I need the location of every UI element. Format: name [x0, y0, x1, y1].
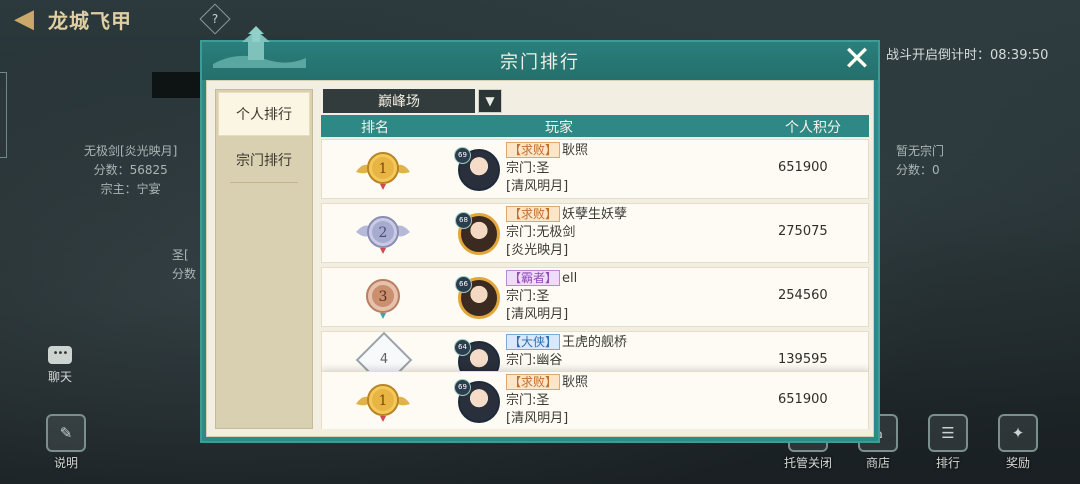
title-badge: 【霸者】 — [506, 270, 561, 286]
title-badge: 【大侠】 — [506, 334, 561, 350]
close-button[interactable]: ✕ — [840, 42, 874, 78]
player-score: 275075 — [778, 224, 828, 239]
column-rank: 排名 — [361, 120, 389, 136]
left-edge-tab[interactable] — [0, 72, 7, 158]
player-sect: 宗门:圣 — [506, 289, 550, 304]
table-row[interactable]: 2 68 【求败】 妖孽生妖孽 宗门:无极剑 [炎光映月] 275075 — [321, 203, 869, 263]
page-title: 龙城飞甲 — [48, 8, 132, 33]
player-score: 139595 — [778, 352, 828, 367]
player-server: [清风明月] — [506, 307, 569, 322]
avatar[interactable]: 66 — [455, 276, 500, 319]
background-panel — [152, 72, 202, 98]
gold-medal-icon: 1 — [356, 152, 410, 190]
chevron-down-icon[interactable]: ▼ — [478, 89, 502, 113]
player-info: 【求败】 耿照 宗门:圣 [清风明月] — [506, 142, 588, 196]
explain-button[interactable]: ✎ 说明 — [38, 414, 94, 471]
gold-medal-icon: 1 — [356, 384, 410, 422]
column-player: 玩家 — [545, 120, 573, 136]
modal-title: 宗门排行 — [500, 52, 580, 73]
player-info: 【求败】 妖孽生妖孽 宗门:无极剑 [炎光映月] — [506, 206, 627, 260]
player-server: [清风明月] — [506, 179, 569, 194]
reward-icon: ✦ — [998, 414, 1038, 452]
player-info: 【大侠】 王虎的舰桥 宗门:幽谷 — [506, 334, 627, 370]
title-badge: 【求败】 — [506, 374, 561, 390]
tab-personal-ranking[interactable]: 个人排行 — [218, 92, 310, 136]
player-name: 妖孽生妖孽 — [562, 207, 628, 222]
ranking-icon: ☰ — [928, 414, 968, 452]
chat-button[interactable]: 聊天 — [40, 346, 80, 385]
table-header: 排名 玩家 个人积分 — [321, 115, 869, 137]
left-sect-info: 无极剑[炎光映月] 分数：56825 宗主：宁宴 — [84, 144, 178, 196]
my-rank-row[interactable]: 1 69 【求败】 耿照 宗门:圣 [清风明月] 651900 — [321, 371, 869, 429]
ranking-modal: 宗门排行 ✕ 个人排行 宗门排行 巅峰场 ▼ 排名 玩家 个人积分 1 69 【… — [200, 26, 880, 443]
table-row[interactable]: 1 69 【求败】 耿照 宗门:圣 [清风明月] 651900 — [321, 139, 869, 199]
player-server: [炎光映月] — [506, 243, 569, 258]
player-name: 耿照 — [562, 143, 589, 158]
player-name: ell — [562, 271, 578, 286]
title-badge: 【求败】 — [506, 142, 561, 158]
player-score: 254560 — [778, 288, 828, 303]
player-sect: 宗门:圣 — [506, 161, 550, 176]
player-server: [清风明月] — [506, 411, 569, 426]
reward-button[interactable]: ✦ 奖励 — [990, 414, 1046, 471]
top-bar: ◀ 龙城飞甲 — [14, 2, 132, 36]
player-score: 651900 — [778, 160, 828, 175]
player-sect: 宗门:圣 — [506, 393, 550, 408]
player-name: 耿照 — [562, 375, 589, 390]
left-sect-info-2: 圣[ 分数 — [172, 248, 197, 281]
player-score: 651900 — [778, 392, 828, 407]
player-sect: 宗门:幽谷 — [506, 353, 563, 368]
tab-list: 个人排行 宗门排行 — [215, 89, 313, 429]
tab-divider — [230, 182, 298, 183]
back-arrow-icon[interactable]: ◀ — [14, 6, 34, 32]
silver-medal-icon: 2 — [356, 216, 410, 254]
svg-text:1: 1 — [379, 393, 388, 409]
player-info: 【霸者】 ell 宗门:圣 [清风明月] — [506, 270, 577, 324]
chat-icon — [48, 346, 72, 364]
table-row[interactable]: 3 66 【霸者】 ell 宗门:圣 [清风明月] 254560 — [321, 267, 869, 327]
title-badge: 【求败】 — [506, 206, 561, 222]
right-sect-info: 暂无宗门 分数：0 — [896, 144, 945, 177]
svg-text:2: 2 — [379, 225, 388, 241]
player-sect: 宗门:无极剑 — [506, 225, 576, 240]
player-name: 王虎的舰桥 — [562, 335, 628, 350]
avatar[interactable]: 69 — [454, 147, 500, 191]
bronze-medal-icon: 3 — [366, 279, 400, 319]
modal-body: 个人排行 宗门排行 巅峰场 ▼ 排名 玩家 个人积分 1 69 【求败】 耿照 … — [206, 80, 874, 437]
scroll-icon: ✎ — [46, 414, 86, 452]
player-info: 【求败】 耿照 宗门:圣 [清风明月] — [506, 374, 588, 428]
svg-text:1: 1 — [379, 161, 388, 177]
battle-countdown: 战斗开启倒计时：08:39:50 — [886, 48, 1049, 63]
svg-text:3: 3 — [379, 289, 388, 305]
arena-select[interactable]: 巅峰场 — [323, 89, 475, 113]
ranking-button[interactable]: ☰ 排行 — [920, 414, 976, 471]
tab-sect-ranking[interactable]: 宗门排行 — [216, 138, 312, 182]
ranking-list[interactable]: 1 69 【求败】 耿照 宗门:圣 [清风明月] 651900 2 68 【求败… — [321, 139, 869, 429]
avatar[interactable]: 69 — [454, 379, 500, 423]
column-score: 个人积分 — [785, 120, 841, 136]
avatar[interactable]: 68 — [455, 212, 500, 255]
